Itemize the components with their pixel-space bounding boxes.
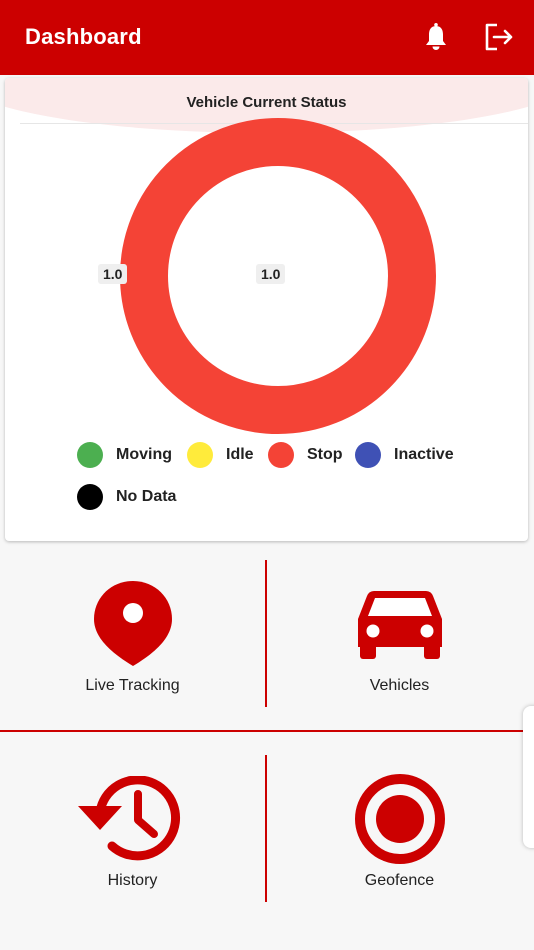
- history-icon: [78, 776, 180, 861]
- geofence-tile[interactable]: Geofence: [267, 740, 532, 930]
- page-title: Dashboard: [25, 24, 142, 49]
- center-value-label: 1.0: [256, 264, 286, 284]
- legend-dot-stop: [268, 442, 294, 468]
- status-donut-chart: [120, 118, 436, 434]
- legend-label: Stop: [307, 446, 343, 463]
- vehicles-tile[interactable]: Vehicles: [267, 545, 532, 735]
- bell-icon[interactable]: [421, 22, 451, 52]
- logout-icon[interactable]: [484, 22, 514, 52]
- legend-dot-no-data: [77, 484, 103, 510]
- tile-label: Live Tracking: [85, 677, 180, 694]
- tile-label: Vehicles: [369, 677, 430, 694]
- tile-label: History: [107, 872, 158, 889]
- car-icon: [358, 591, 442, 659]
- geofence-icon: [355, 774, 445, 864]
- live-tracking-tile[interactable]: Live Tracking: [0, 545, 265, 735]
- app-bar: Dashboard: [0, 0, 534, 75]
- legend-dot-moving: [77, 442, 103, 468]
- vehicle-status-card: Vehicle Current Status 1.0 1.0 Moving Id…: [5, 78, 528, 541]
- tile-label: Geofence: [364, 872, 435, 889]
- legend-label: Idle: [226, 446, 254, 463]
- history-tile[interactable]: History: [0, 740, 265, 930]
- legend-dot-idle: [187, 442, 213, 468]
- slice-value-label: 1.0: [98, 264, 128, 284]
- side-drawer-handle[interactable]: [523, 706, 534, 848]
- location-pin-icon: [94, 581, 172, 666]
- legend-label: Moving: [116, 446, 172, 463]
- legend-label: No Data: [116, 488, 177, 505]
- legend-dot-inactive: [355, 442, 381, 468]
- legend-label: Inactive: [394, 446, 454, 463]
